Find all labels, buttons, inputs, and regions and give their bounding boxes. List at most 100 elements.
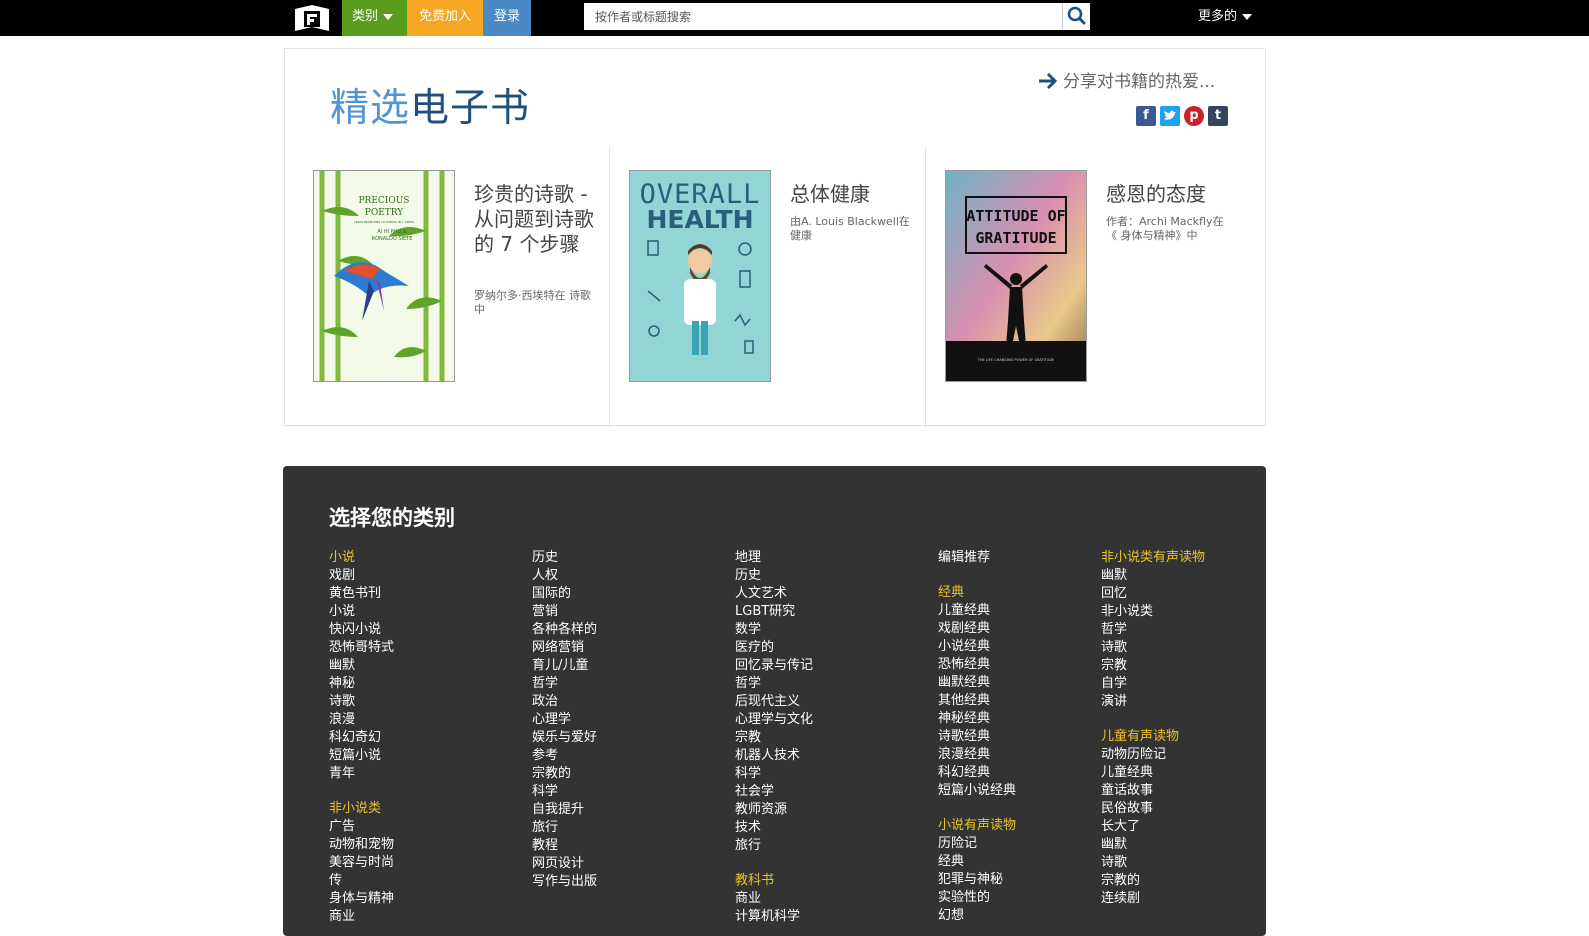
category-link[interactable]: 诗歌 [1101,639,1205,657]
category-link[interactable]: 人权 [532,567,597,585]
category-link[interactable]: 经典 [938,853,1016,871]
category-link[interactable]: 写作与出版 [532,873,597,891]
category-link[interactable]: 科幻奇幻 [329,729,394,747]
category-link[interactable]: 快闪小说 [329,621,394,639]
category-link[interactable]: 医疗的 [735,639,813,657]
category-link[interactable]: 小说 [329,603,394,621]
category-link[interactable]: 旅行 [735,837,813,855]
category-link[interactable]: 短篇小说经典 [938,782,1016,800]
category-link[interactable]: 数学 [735,621,813,639]
book-title[interactable]: 珍贵的诗歌 - 从问题到诗歌的 7 个步骤 [474,182,594,257]
category-link[interactable]: 编辑推荐 [938,549,1016,567]
category-link[interactable]: 各种各样的 [532,621,597,639]
category-link[interactable]: 恐怖哥特式 [329,639,394,657]
share-link[interactable]: 分享对书籍的热爱... [1037,67,1215,92]
category-link[interactable]: 营销 [532,603,597,621]
category-link[interactable]: 人文艺术 [735,585,813,603]
category-link[interactable]: 诗歌 [329,693,394,711]
category-link[interactable]: 商业 [329,908,394,926]
category-link[interactable]: 哲学 [735,675,813,693]
category-link[interactable]: 商业 [735,890,813,908]
category-link[interactable]: 广告 [329,818,394,836]
category-link[interactable]: 后现代主义 [735,693,813,711]
tumblr-icon[interactable]: t [1208,106,1228,126]
category-link[interactable]: 神秘 [329,675,394,693]
category-link[interactable]: 回忆录与传记 [735,657,813,675]
category-link[interactable]: 演讲 [1101,693,1205,711]
category-link[interactable]: 身体与精神 [329,890,394,908]
book-cover-overall-health[interactable]: OVERALL HEALTH [629,170,771,382]
category-link[interactable]: 动物和宠物 [329,836,394,854]
category-link[interactable]: 戏剧 [329,567,394,585]
category-link[interactable]: 长大了 [1101,818,1205,836]
category-link[interactable]: 幽默 [1101,567,1205,585]
category-link[interactable]: 民俗故事 [1101,800,1205,818]
category-link[interactable]: 宗教的 [532,765,597,783]
category-link[interactable]: 自学 [1101,675,1205,693]
category-link[interactable]: 宗教 [735,729,813,747]
category-link[interactable]: 地理 [735,549,813,567]
category-link[interactable]: 科学 [532,783,597,801]
category-link[interactable]: 历史 [735,567,813,585]
category-link[interactable]: 国际的 [532,585,597,603]
category-section-heading[interactable]: 非小说类有声读物 [1101,549,1205,567]
category-link[interactable]: 幻想 [938,907,1016,925]
category-link[interactable]: 浪漫经典 [938,746,1016,764]
book-cover-attitude-of-gratitude[interactable]: ATTITUDE OF GRATITUDE THE LIFE CHANGING … [945,170,1087,382]
category-link[interactable]: 传 [329,872,394,890]
category-link[interactable]: 心理学与文化 [735,711,813,729]
category-link[interactable]: 诗歌 [1101,854,1205,872]
category-link[interactable]: 恐怖经典 [938,656,1016,674]
category-link[interactable]: 短篇小说 [329,747,394,765]
category-link[interactable]: 回忆 [1101,585,1205,603]
category-link[interactable]: 科学 [735,765,813,783]
category-link[interactable]: 诗歌经典 [938,728,1016,746]
category-link[interactable]: 实验性的 [938,889,1016,907]
category-link[interactable]: 政治 [532,693,597,711]
category-link[interactable]: 幽默 [329,657,394,675]
category-link[interactable]: 计算机科学 [735,908,813,926]
pinterest-icon[interactable]: p [1184,106,1204,126]
category-link[interactable]: 黄色书刊 [329,585,394,603]
category-section-heading[interactable]: 小说有声读物 [938,817,1016,835]
category-section-heading[interactable]: 小说 [329,549,394,567]
category-link[interactable]: 犯罪与神秘 [938,871,1016,889]
book-logo-icon[interactable] [293,3,331,33]
category-link[interactable]: 幽默经典 [938,674,1016,692]
twitter-icon[interactable] [1160,106,1180,126]
category-section-heading[interactable]: 儿童有声读物 [1101,728,1205,746]
category-link[interactable]: 技术 [735,819,813,837]
category-link[interactable]: 美容与时尚 [329,854,394,872]
category-link[interactable]: 机器人技术 [735,747,813,765]
search-input[interactable] [584,3,1062,30]
book-cover-precious-poetry[interactable]: PRECIOUS POETRY FROM PROBLEMS TO POEMS I… [313,170,455,382]
category-link[interactable]: 社会学 [735,783,813,801]
category-link[interactable]: 青年 [329,765,394,783]
category-link[interactable]: LGBT研究 [735,603,813,621]
category-link[interactable]: 儿童经典 [1101,764,1205,782]
category-section-heading[interactable]: 非小说类 [329,800,394,818]
category-link[interactable]: 非小说类 [1101,603,1205,621]
category-link[interactable]: 宗教的 [1101,872,1205,890]
more-menu-button[interactable]: 更多的 [1198,0,1253,36]
category-link[interactable]: 历史 [532,549,597,567]
category-link[interactable]: 哲学 [532,675,597,693]
category-link[interactable]: 科幻经典 [938,764,1016,782]
join-free-button[interactable]: 免费加入 [407,0,483,36]
category-link[interactable]: 娱乐与爱好 [532,729,597,747]
category-link[interactable]: 育儿/儿童 [532,657,597,675]
category-section-heading[interactable]: 教科书 [735,872,813,890]
categories-menu-button[interactable]: 类别 [342,0,407,36]
category-link[interactable]: 浪漫 [329,711,394,729]
category-link[interactable]: 童话故事 [1101,782,1205,800]
category-link[interactable]: 网络营销 [532,639,597,657]
category-link[interactable]: 幽默 [1101,836,1205,854]
category-section-heading[interactable]: 经典 [938,584,1016,602]
category-link[interactable]: 其他经典 [938,692,1016,710]
book-title[interactable]: 总体健康 [790,182,920,207]
category-link[interactable]: 自我提升 [532,801,597,819]
category-link[interactable]: 网页设计 [532,855,597,873]
category-link[interactable]: 儿童经典 [938,602,1016,620]
category-link[interactable]: 动物历险记 [1101,746,1205,764]
book-title[interactable]: 感恩的态度 [1106,182,1236,207]
